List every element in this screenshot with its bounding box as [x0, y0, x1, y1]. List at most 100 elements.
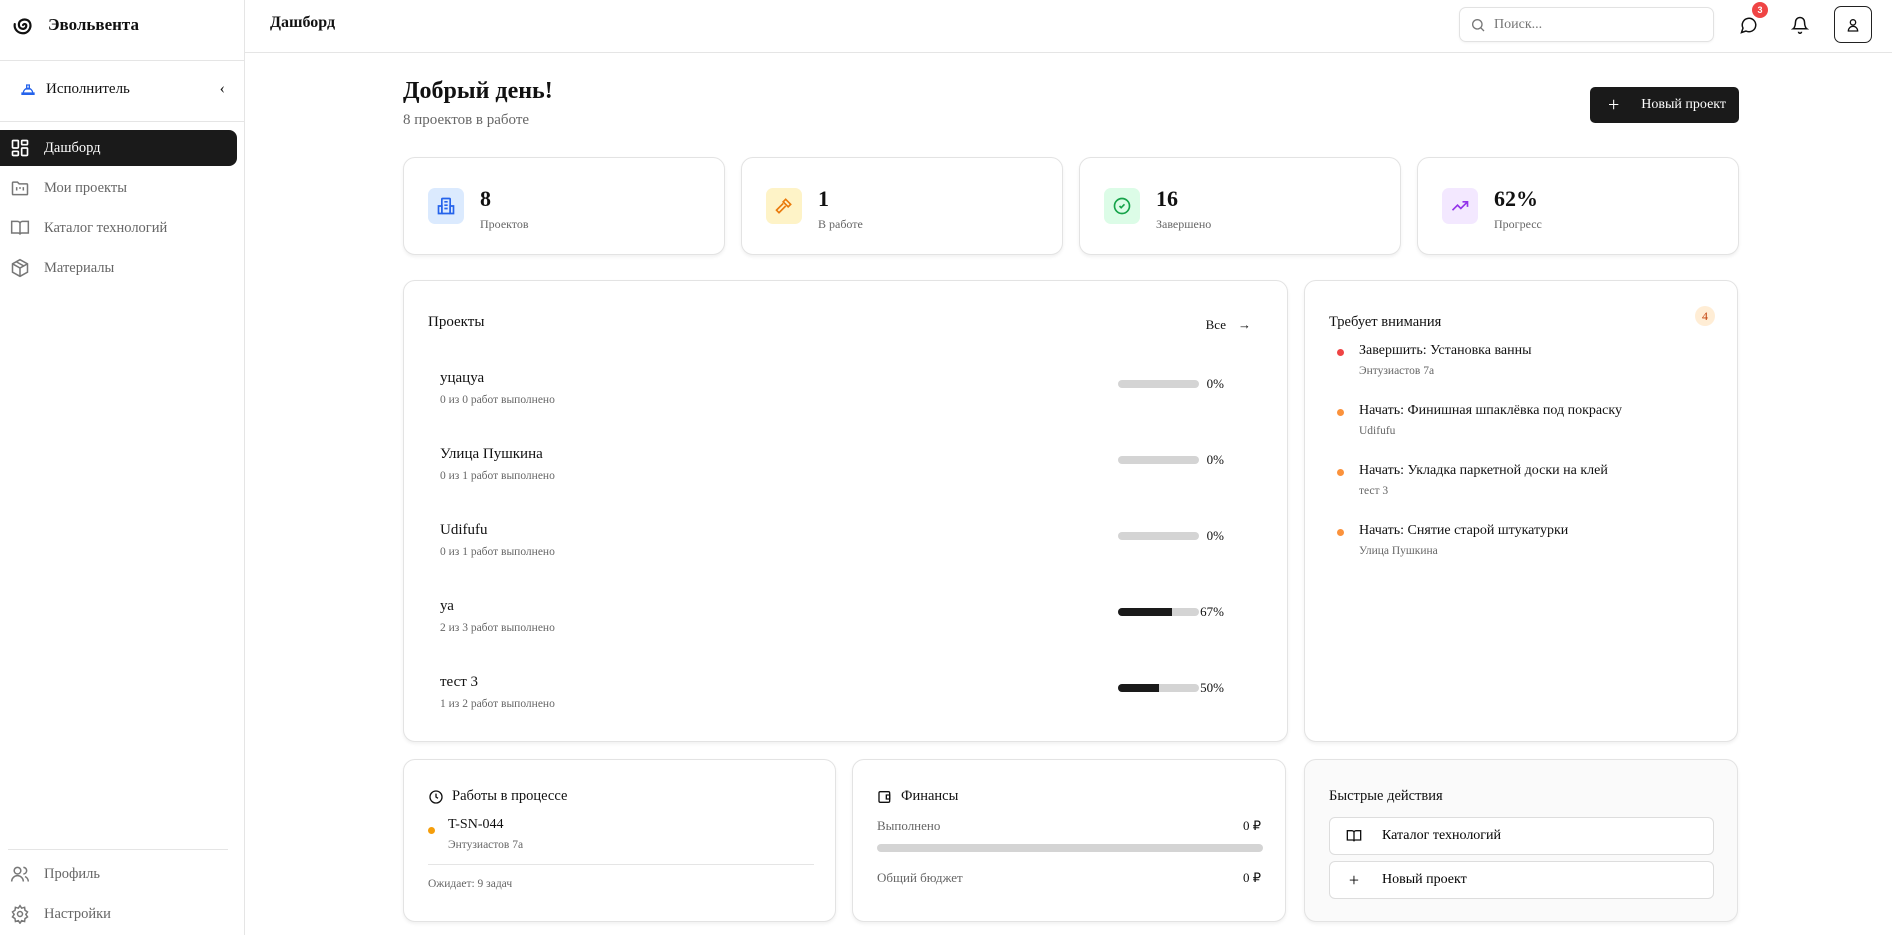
- work-code[interactable]: T-SN-044: [448, 817, 504, 833]
- attention-item[interactable]: Начать: Укладка паркетной доски на клей …: [1329, 463, 1709, 503]
- new-project-button[interactable]: + Новый проект: [1590, 87, 1739, 123]
- attention-item[interactable]: Начать: Снятие старой штукатурки Улица П…: [1329, 523, 1709, 563]
- attention-card: Требует внимания 4 Завершить: Установка …: [1304, 280, 1738, 742]
- quick-actions-card: Быстрые действия Каталог технологий + Но…: [1304, 759, 1738, 922]
- project-name: Улица Пушкина: [440, 446, 543, 462]
- message-circle-icon: [1740, 17, 1757, 34]
- stat-label: В работе: [818, 217, 863, 231]
- logo-icon: [13, 18, 32, 35]
- stat-label: Прогресс: [1494, 217, 1542, 231]
- attention-item[interactable]: Завершить: Установка ванны Энтузиастов 7…: [1329, 343, 1709, 383]
- attention-item-title: Начать: Снятие старой штукатурки: [1359, 523, 1569, 538]
- attention-item-project: тест 3: [1359, 485, 1389, 497]
- project-row[interactable]: тест 3 1 из 2 работ выполнено 50%: [440, 674, 1260, 724]
- project-percent: 50%: [1200, 680, 1224, 695]
- project-progress-fill: [1118, 608, 1173, 616]
- finance-card: Финансы Выполнено 0 ₽ Общий бюджет 0 ₽: [852, 759, 1286, 922]
- sidebar-item-profile[interactable]: Профиль: [0, 856, 237, 892]
- sidebar-item-label: Настройки: [44, 905, 111, 922]
- finance-progress-bar: [877, 844, 1263, 852]
- in-progress-header: Работы в процессе: [428, 788, 567, 805]
- divider: [0, 60, 245, 61]
- plus-icon: +: [1348, 869, 1360, 890]
- brand-name: Эвольвента: [48, 15, 139, 34]
- project-progress-text: 0 из 1 работ выполнено: [440, 546, 555, 558]
- project-row[interactable]: Улица Пушкина 0 из 1 работ выполнено 0%: [440, 446, 1260, 496]
- role-label: Исполнитель: [46, 80, 130, 97]
- attention-item-title: Начать: Укладка паркетной доски на клей: [1359, 463, 1608, 478]
- in-progress-card: Работы в процессе T-SN-044 Энтузиастов 7…: [403, 759, 836, 922]
- search-input[interactable]: [1494, 16, 1694, 33]
- all-link-label: Все: [1205, 317, 1226, 332]
- stat-value: 8: [480, 186, 491, 211]
- hammer-icon: [766, 188, 802, 224]
- priority-dot: [1337, 409, 1344, 416]
- attention-title: Требует внимания: [1329, 314, 1442, 330]
- quick-catalog-button[interactable]: Каталог технологий: [1329, 817, 1714, 855]
- work-address: Энтузиастов 7а: [448, 839, 524, 851]
- user-icon: [1847, 18, 1859, 32]
- project-percent: 0%: [1206, 452, 1224, 467]
- users-icon: [10, 866, 30, 882]
- project-percent: 0%: [1206, 376, 1224, 391]
- stat-value: 1: [818, 186, 829, 211]
- project-progress-text: 0 из 1 работ выполнено: [440, 470, 555, 482]
- bell-icon: [1791, 16, 1809, 34]
- book-icon: [10, 220, 30, 235]
- divider: [428, 864, 814, 865]
- project-name: тест 3: [440, 674, 479, 690]
- attention-item-project: Udifufu: [1359, 425, 1396, 437]
- sidebar-item-catalog[interactable]: Каталог технологий: [0, 210, 237, 246]
- sidebar: Эвольвента Исполнитель ‹ Дашборд Мои про…: [0, 0, 245, 935]
- project-percent: 67%: [1200, 604, 1224, 619]
- search-icon: [1472, 18, 1485, 31]
- sidebar-item-settings[interactable]: Настройки: [0, 896, 237, 932]
- role-switcher[interactable]: Исполнитель ‹: [20, 80, 225, 98]
- notifications-button[interactable]: [1787, 12, 1813, 38]
- stat-label: Проектов: [480, 217, 529, 231]
- attention-count-badge: 4: [1695, 306, 1715, 326]
- quick-catalog-label: Каталог технологий: [1382, 828, 1502, 843]
- stat-value: 16: [1156, 186, 1178, 211]
- project-row[interactable]: уа 2 из 3 работ выполнено 67%: [440, 598, 1260, 648]
- user-menu-button[interactable]: [1834, 6, 1872, 43]
- sidebar-item-my-projects[interactable]: Мои проекты: [0, 170, 237, 206]
- arrow-right-icon: →: [1238, 317, 1251, 332]
- finance-header: Финансы: [877, 788, 958, 805]
- divider: [0, 121, 245, 122]
- all-projects-link[interactable]: Все →: [1206, 317, 1251, 333]
- sidebar-item-materials[interactable]: Материалы: [0, 250, 237, 286]
- messages-button[interactable]: 3: [1736, 2, 1768, 38]
- hard-hat-icon: [21, 84, 35, 95]
- stat-card-progress: 62% Прогресс: [1417, 157, 1739, 255]
- brand[interactable]: Эвольвента: [12, 14, 139, 36]
- new-project-label: Новый проект: [1641, 97, 1727, 112]
- chevron-left-icon[interactable]: ‹: [220, 80, 225, 98]
- attention-item-project: Энтузиастов 7а: [1359, 365, 1435, 377]
- finance-title: Финансы: [901, 788, 959, 804]
- greeting: Добрый день!: [403, 78, 553, 104]
- project-percent: 0%: [1206, 528, 1224, 543]
- greeting-subtitle: 8 проектов в работе: [403, 112, 530, 128]
- wallet-icon: [878, 790, 891, 803]
- attention-item-title: Завершить: Установка ванны: [1359, 343, 1532, 358]
- search-box[interactable]: [1459, 7, 1714, 42]
- quick-new-project-label: Новый проект: [1382, 872, 1467, 887]
- stat-card-in-work: 1 В работе: [741, 157, 1063, 255]
- divider: [8, 849, 228, 850]
- sidebar-item-dashboard[interactable]: Дашборд: [0, 130, 237, 166]
- finance-done-label: Выполнено: [877, 818, 941, 833]
- project-progress-text: 1 из 2 работ выполнено: [440, 698, 555, 710]
- dashboard-icon: [11, 139, 29, 157]
- attention-item[interactable]: Начать: Финишная шпаклёвка под покраску …: [1329, 403, 1709, 443]
- project-row[interactable]: Udifufu 0 из 1 работ выполнено 0%: [440, 522, 1260, 572]
- project-name: уцацуа: [440, 370, 485, 386]
- page-title: Дашборд: [270, 14, 336, 31]
- quick-new-project-button[interactable]: + Новый проект: [1329, 861, 1714, 899]
- finance-budget-label: Общий бюджет: [877, 870, 963, 885]
- projects-title: Проекты: [428, 314, 485, 330]
- project-row[interactable]: уцацуа 0 из 0 работ выполнено 0%: [440, 370, 1260, 420]
- top-header: Дашборд 3: [245, 0, 1892, 53]
- status-dot: [428, 827, 435, 834]
- finance-budget-value: 0 ₽: [1242, 870, 1261, 885]
